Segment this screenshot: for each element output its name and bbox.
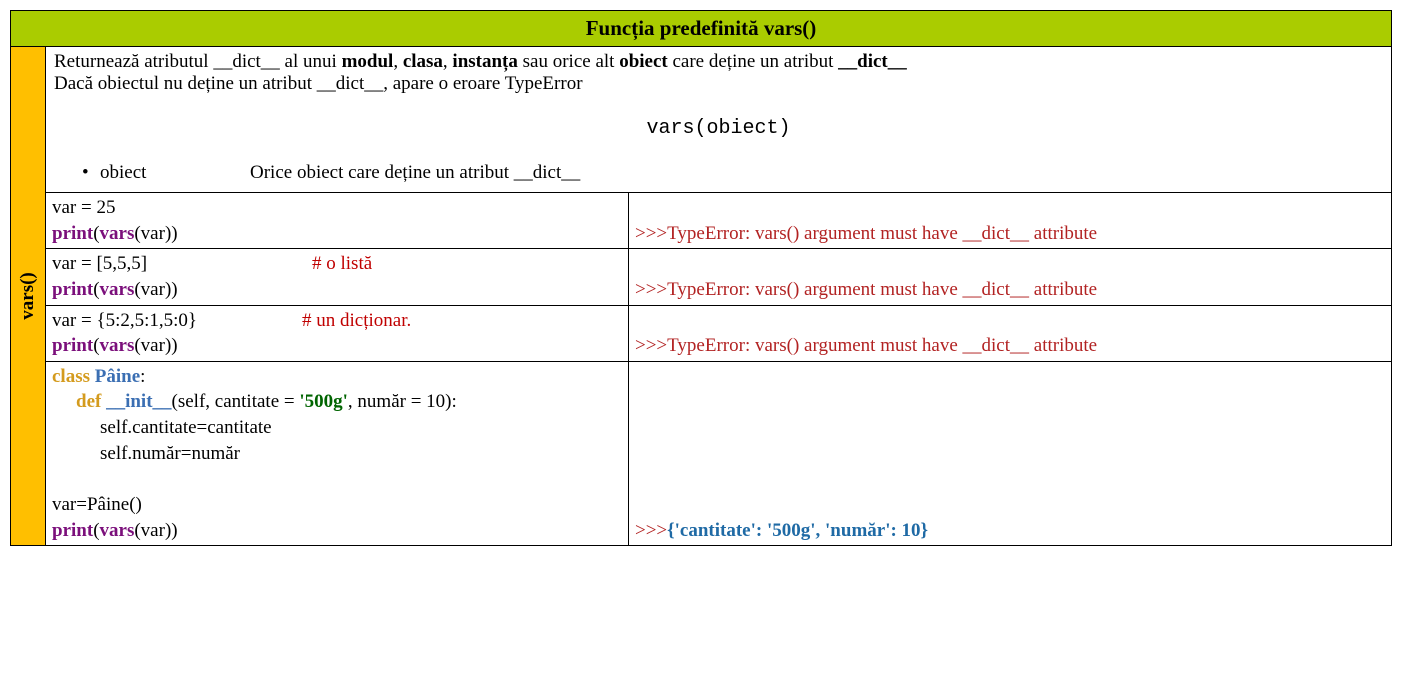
stderr: TypeError: vars() argument must have __d…: [667, 279, 1097, 300]
txt: care deține un atribut: [668, 51, 838, 72]
side-label: vars(): [17, 272, 39, 319]
output-cell: >>>TypeError: vars() argument must have …: [629, 306, 1391, 361]
side-label-cell: vars(): [11, 47, 46, 545]
class-name: Pâine: [90, 366, 140, 387]
bold: instanța: [452, 51, 517, 72]
txt: ,: [443, 51, 453, 72]
txt: , număr = 10):: [348, 391, 457, 412]
output-cell: >>>{'cantitate': '500g', 'număr': 10}: [629, 362, 1391, 545]
code-cell: var = {5:2,5:1,5:0}# un dicționar. print…: [46, 306, 629, 361]
init-name: __init__: [101, 391, 171, 412]
code-cell: var = 25 print(vars(var)): [46, 193, 629, 248]
kw-print: print: [52, 279, 93, 300]
string: '500g': [299, 391, 348, 412]
code-line: var=Pâine(): [52, 492, 622, 518]
syntax: vars(obiect): [54, 117, 1383, 140]
txt: )): [165, 279, 178, 300]
param-desc: Orice obiect care deține un atribut __di…: [250, 162, 580, 184]
content: Returnează atributul __dict__ al unui mo…: [46, 47, 1391, 545]
example-row-3: var = {5:2,5:1,5:0}# un dicționar. print…: [46, 306, 1391, 362]
txt: var = {5:2,5:1,5:0}: [52, 308, 302, 334]
output-line: >>>TypeError: vars() argument must have …: [635, 277, 1097, 303]
output-line: >>>{'cantitate': '500g', 'număr': 10}: [635, 518, 928, 544]
txt: :: [140, 366, 145, 387]
example-row-4: class Pâine: def __init__(self, cantitat…: [46, 362, 1391, 545]
desc-line-2: Dacă obiectul nu deține un atribut __dic…: [54, 73, 1383, 95]
bold: obiect: [619, 51, 668, 72]
txt: var: [141, 520, 165, 541]
code-line: print(vars(var)): [52, 277, 622, 303]
comment: # o listă: [312, 253, 372, 274]
txt: var: [141, 223, 165, 244]
code-line: self.număr=număr: [52, 441, 622, 467]
code-line: var = [5,5,5]# o listă: [52, 251, 622, 277]
stderr: TypeError: vars() argument must have __d…: [667, 335, 1097, 356]
code-line: def __init__(self, cantitate = '500g', n…: [52, 389, 622, 415]
code-line: print(vars(var)): [52, 333, 622, 359]
output-cell: >>>TypeError: vars() argument must have …: [629, 193, 1391, 248]
txt: self.cantitate=cantitate: [100, 417, 272, 438]
table-title: Funcția predefinită vars(): [11, 11, 1391, 47]
kw-vars: vars: [100, 279, 135, 300]
bullet-icon: •: [82, 162, 100, 184]
kw-vars: vars: [100, 335, 135, 356]
code-line: var = 25: [52, 195, 622, 221]
txt: Returnează atributul __dict__ al unui: [54, 51, 342, 72]
kw-print: print: [52, 335, 93, 356]
txt: var = [5,5,5]: [52, 251, 312, 277]
code-line: print(vars(var)): [52, 518, 622, 544]
txt: self.număr=număr: [100, 443, 240, 464]
kw-def: def: [76, 391, 101, 412]
param-row: • obiect Orice obiect care deține un atr…: [54, 162, 1383, 184]
example-row-1: var = 25 print(vars(var)) >>>TypeError: …: [46, 193, 1391, 249]
txt: )): [165, 223, 178, 244]
bold: __dict__: [838, 51, 907, 72]
stderr: TypeError: vars() argument must have __d…: [667, 223, 1097, 244]
prompt: >>>: [635, 279, 667, 300]
example-row-2: var = [5,5,5]# o listă print(vars(var)) …: [46, 249, 1391, 305]
output-cell: >>>TypeError: vars() argument must have …: [629, 249, 1391, 304]
code-line: print(vars(var)): [52, 221, 622, 247]
param-name: obiect: [100, 162, 250, 184]
code-line: var = {5:2,5:1,5:0}# un dicționar.: [52, 308, 622, 334]
code-cell: class Pâine: def __init__(self, cantitat…: [46, 362, 629, 545]
txt: (self, cantitate =: [172, 391, 300, 412]
txt: )): [165, 335, 178, 356]
stdout: {'cantitate': '500g', 'număr': 10}: [667, 520, 928, 541]
code-cell: var = [5,5,5]# o listă print(vars(var)): [46, 249, 629, 304]
kw-print: print: [52, 520, 93, 541]
code-line: class Pâine:: [52, 364, 622, 390]
txt: var: [141, 335, 165, 356]
comment: # un dicționar.: [302, 310, 411, 331]
txt: ,: [393, 51, 403, 72]
output-line: >>>TypeError: vars() argument must have …: [635, 221, 1097, 247]
kw-print: print: [52, 223, 93, 244]
bold: modul: [342, 51, 394, 72]
description-cell: Returnează atributul __dict__ al unui mo…: [46, 47, 1391, 193]
code-line: self.cantitate=cantitate: [52, 415, 622, 441]
txt: var: [141, 279, 165, 300]
vars-table: Funcția predefinită vars() vars() Return…: [10, 10, 1392, 546]
bold: clasa: [403, 51, 443, 72]
main-row: vars() Returnează atributul __dict__ al …: [11, 47, 1391, 545]
desc-line-1: Returnează atributul __dict__ al unui mo…: [54, 51, 1383, 73]
txt: sau orice alt: [518, 51, 619, 72]
kw-vars: vars: [100, 520, 135, 541]
kw-vars: vars: [100, 223, 135, 244]
kw-class: class: [52, 366, 90, 387]
prompt: >>>: [635, 223, 667, 244]
prompt: >>>: [635, 335, 667, 356]
blank-line: [52, 466, 622, 492]
prompt: >>>: [635, 520, 667, 541]
output-line: >>>TypeError: vars() argument must have …: [635, 333, 1097, 359]
txt: )): [165, 520, 178, 541]
